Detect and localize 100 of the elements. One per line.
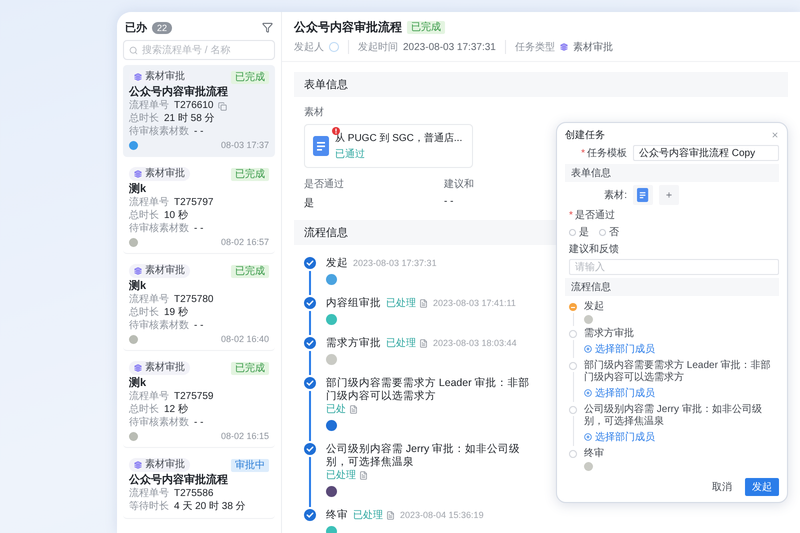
step-title: 部门级内容需要需求方 Leader 审批：非部门级内容可以选需求方 bbox=[584, 360, 772, 384]
status-badge: 审批中 bbox=[231, 458, 269, 472]
dialog-title: 创建任务 bbox=[565, 128, 605, 142]
status-badge: 已完成 bbox=[231, 264, 269, 278]
note-icon bbox=[419, 339, 428, 348]
note-icon bbox=[349, 405, 358, 414]
check-circle-icon bbox=[304, 337, 316, 349]
step-time: 2023-08-04 15:36:19 bbox=[400, 509, 484, 522]
select-members-link[interactable]: 选择部门成员 bbox=[584, 342, 655, 356]
field-value: 是 bbox=[304, 197, 315, 210]
layers-icon bbox=[560, 43, 568, 51]
step-time: 2023-08-03 17:37:31 bbox=[353, 257, 437, 270]
layers-icon bbox=[134, 364, 142, 372]
card-title: 公众号内容审批流程 bbox=[129, 85, 229, 99]
field-label: 总时长 bbox=[129, 210, 159, 222]
field-label: 总时长 bbox=[129, 113, 159, 125]
step-title: 发起 bbox=[326, 257, 348, 270]
document-icon bbox=[313, 136, 329, 156]
count-badge: 22 bbox=[152, 22, 172, 34]
check-circle-icon bbox=[304, 509, 316, 521]
step-time: 2023-08-03 18:03:44 bbox=[433, 337, 517, 350]
card-title: 公众号内容审批流程 bbox=[129, 473, 229, 487]
step-title: 部门级内容需要需求方 Leader 审批：非部门级内容可以选需求方 bbox=[326, 377, 531, 403]
section-heading: 表单信息 bbox=[565, 164, 779, 182]
search-field[interactable]: 搜索流程单号 / 名称 bbox=[123, 40, 275, 60]
type-tag: 素材审批 bbox=[129, 167, 190, 181]
select-members-link[interactable]: 选择部门成员 bbox=[584, 430, 655, 444]
step-title: 需求方审批 bbox=[326, 337, 381, 350]
field-label: 待审核素材数 bbox=[129, 223, 189, 235]
file-card[interactable]: 从 PUGC 到 SGC，普通店... 已通过 bbox=[304, 124, 474, 168]
field-label: 总时长 bbox=[129, 307, 159, 319]
layers-icon bbox=[134, 170, 142, 178]
card-title: 测k bbox=[129, 376, 148, 390]
filter-icon[interactable] bbox=[262, 22, 273, 33]
field-value: - - bbox=[444, 196, 454, 209]
step-title: 需求方审批 bbox=[584, 328, 635, 340]
field-value: 19 秒 bbox=[164, 307, 188, 319]
layers-icon bbox=[134, 267, 142, 275]
field-value: T275586 bbox=[174, 488, 214, 500]
field-label: 流程单号 bbox=[129, 488, 169, 500]
card-title: 测k bbox=[129, 279, 148, 293]
layers-icon bbox=[134, 73, 142, 81]
field-value: T275759 bbox=[174, 391, 214, 403]
check-circle-icon bbox=[304, 377, 316, 389]
layers-icon bbox=[134, 461, 142, 469]
circle-plus-icon bbox=[584, 389, 592, 397]
field-value: - - bbox=[194, 320, 204, 332]
circle-plus-icon bbox=[584, 345, 592, 353]
field-value: - - bbox=[194, 417, 204, 429]
radio-option[interactable]: 是 bbox=[569, 225, 589, 239]
section-heading: 表单信息 bbox=[294, 72, 788, 97]
step-status: 已处理 bbox=[326, 469, 356, 482]
radio-option[interactable]: 否 bbox=[599, 225, 619, 239]
step-status: 已处 bbox=[326, 403, 346, 416]
step-title: 终审 bbox=[584, 448, 605, 460]
field-label: 流程单号 bbox=[129, 391, 169, 403]
template-field[interactable]: 公众号内容审批流程 Copy bbox=[633, 145, 779, 161]
card-time: 08-02 16:57 bbox=[220, 237, 269, 248]
step-status: 已处理 bbox=[386, 337, 416, 350]
submit-button[interactable]: 发起 bbox=[745, 478, 779, 496]
select-members-link[interactable]: 选择部门成员 bbox=[584, 386, 655, 400]
field-label: 流程单号 bbox=[129, 197, 169, 209]
status-badge: 已完成 bbox=[231, 70, 269, 84]
field-value: 10 秒 bbox=[164, 210, 188, 222]
field-label: 建议和反馈 bbox=[568, 242, 620, 256]
page-title: 公众号内容审批流程 bbox=[294, 19, 402, 36]
card-time: 08-03 17:37 bbox=[220, 140, 269, 151]
field-label: 是否通过 bbox=[304, 178, 345, 191]
note-icon bbox=[359, 471, 368, 480]
field-value: 21 时 58 分 bbox=[164, 113, 215, 125]
step-title: 发起 bbox=[584, 301, 605, 313]
feedback-field[interactable]: 请输入 bbox=[569, 259, 779, 275]
step-title: 内容组审批 bbox=[326, 297, 381, 310]
field-label: 流程单号 bbox=[129, 100, 169, 112]
field-label: 待审核素材数 bbox=[129, 417, 189, 429]
note-icon bbox=[419, 299, 428, 308]
check-circle-icon bbox=[304, 297, 316, 309]
field-label: * 任务模板 bbox=[580, 146, 627, 160]
status-badge: 已完成 bbox=[231, 168, 269, 180]
field-value: 12 秒 bbox=[164, 404, 188, 416]
check-circle-icon bbox=[304, 443, 316, 455]
step-title: 公司级别内容需 Jerry 审批：如非公司级别，可选择焦温泉 bbox=[584, 404, 763, 428]
circle-plus-icon bbox=[584, 433, 592, 441]
field-label: 待审核素材数 bbox=[129, 320, 189, 332]
copy-icon[interactable] bbox=[218, 102, 228, 110]
field-label: 建议和 bbox=[444, 178, 475, 191]
cancel-button[interactable]: 取消 bbox=[705, 478, 739, 496]
type-tag: 素材审批 bbox=[129, 361, 190, 375]
task-card[interactable]: 素材审批 已完成 公众号内容审批流程 流程单号 T276610 总时长 21 时 58 分 待审核素材数 - - 08-03 17:37 bbox=[123, 65, 275, 157]
close-icon[interactable] bbox=[771, 131, 779, 139]
status-badge: 已完成 bbox=[407, 21, 445, 34]
file-name: 从 PUGC 到 SGC，普通店... bbox=[335, 132, 462, 145]
field-value: 4 天 20 时 38 分 bbox=[174, 501, 246, 513]
field-label: 流程单号 bbox=[129, 294, 169, 306]
card-time: 08-02 16:15 bbox=[220, 431, 269, 442]
add-button[interactable] bbox=[659, 185, 679, 205]
section-heading: 流程信息 bbox=[565, 278, 779, 296]
field-label: 素材 bbox=[304, 106, 325, 119]
status-badge: 已完成 bbox=[231, 362, 269, 374]
note-icon bbox=[386, 511, 395, 520]
